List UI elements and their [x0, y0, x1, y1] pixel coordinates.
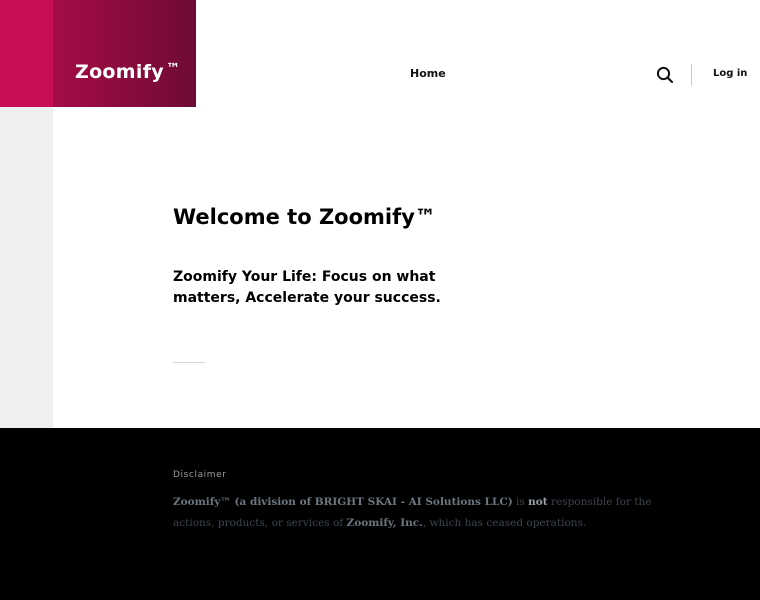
footer: Disclaimer Zoomify™ (a division of BRIGH…: [0, 428, 760, 600]
section-divider: [173, 362, 205, 363]
logo-block[interactable]: Zoomify ™: [0, 0, 196, 107]
page: Zoomify ™ Home Log in Welcome to Zoomify™…: [0, 0, 760, 600]
disclaimer-is: is: [512, 496, 529, 508]
disclaimer-company: Zoomify™ (a division of BRIGHT SKAI - AI…: [173, 496, 513, 508]
disclaimer-text: Zoomify™ (a division of BRIGHT SKAI - AI…: [173, 492, 653, 534]
disclaimer-not: not: [528, 496, 548, 508]
disclaimer-end: , which has ceased operations.: [422, 517, 587, 529]
logo-trademark: ™: [165, 61, 181, 77]
page-title: Welcome to Zoomify™: [173, 205, 436, 229]
footer-heading: Disclaimer: [173, 470, 227, 480]
logo-text: Zoomify: [75, 61, 164, 83]
search-icon[interactable]: [656, 66, 674, 84]
tagline: Zoomify Your Life: Focus on what matters…: [173, 269, 441, 306]
site-logo[interactable]: Zoomify ™: [75, 61, 180, 83]
nav-home-link[interactable]: Home: [410, 67, 446, 80]
nav-divider: [691, 64, 692, 86]
login-link[interactable]: Log in: [713, 68, 747, 79]
disclaimer-inc: Zoomify, Inc.: [346, 517, 423, 529]
